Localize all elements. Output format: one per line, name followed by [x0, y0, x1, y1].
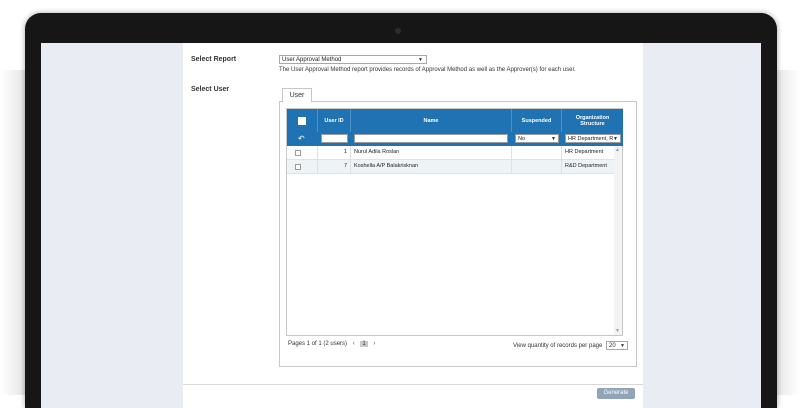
select-user-label: Select User	[191, 86, 230, 93]
cell-org: R&D Department	[565, 163, 607, 169]
tab-user[interactable]: User	[282, 88, 312, 102]
select-all-checkbox[interactable]	[298, 116, 306, 125]
report-description: The User Approval Method report provides…	[279, 67, 576, 73]
footer-bar: Generate	[183, 384, 643, 408]
report-select-value: User Approval Method	[282, 57, 342, 63]
undo-icon[interactable]: ↶	[298, 134, 305, 143]
row-checkbox-cell	[287, 160, 318, 174]
filter-name[interactable]	[354, 134, 508, 143]
cell-suspended	[512, 146, 562, 160]
qty-label: View quantity of records per page	[513, 343, 603, 350]
chevron-down-icon: ▼	[551, 136, 556, 142]
cell-user-id: 7	[318, 160, 351, 174]
report-select[interactable]: User Approval Method ▼	[279, 55, 427, 64]
row-checkbox[interactable]	[295, 164, 301, 170]
laptop-bezel: Select Report User Approval Method ▼ The…	[25, 13, 777, 408]
pager: Pages 1 of 1 (2 users) ‹ 1 ›	[288, 341, 379, 347]
qty-select[interactable]: 20 ▼	[606, 341, 628, 350]
screen: Select Report User Approval Method ▼ The…	[41, 43, 761, 408]
row-checkbox[interactable]	[295, 150, 301, 156]
pager-next-icon[interactable]: ›	[373, 341, 375, 347]
filter-org-value: HR Department, R	[568, 136, 614, 142]
table-row[interactable]: 1 Nurul Adila Roslan HR Department	[287, 146, 615, 160]
pager-current-page[interactable]: 1	[360, 341, 368, 347]
cell-user-id: 1	[318, 146, 351, 160]
header-user-id[interactable]: User ID	[318, 109, 351, 132]
header-select-all	[287, 109, 318, 132]
chevron-down-icon: ▼	[613, 135, 618, 142]
scroll-down-icon[interactable]: ▼	[615, 328, 620, 334]
table-row[interactable]: 7 Koshella A/P Balakrisknan R&D Departme…	[287, 160, 615, 174]
cell-name: Koshella A/P Balakrisknan	[351, 160, 512, 174]
cell-name: Nurul Adila Roslan	[351, 146, 512, 160]
user-panel: User ID Name Suspended Organization Stru…	[279, 101, 637, 367]
report-page: Select Report User Approval Method ▼ The…	[183, 43, 643, 408]
pager-info: Pages 1 of 1 (2 users)	[288, 341, 348, 347]
user-grid: User ID Name Suspended Organization Stru…	[286, 108, 623, 336]
chevron-down-icon: ▼	[418, 57, 423, 63]
filter-user-id[interactable]	[321, 134, 348, 143]
filter-suspended[interactable]: No ▼	[515, 134, 559, 143]
camera-icon	[395, 28, 401, 34]
cell-suspended	[512, 160, 562, 174]
header-name[interactable]: Name	[351, 109, 512, 132]
grid-scrollbar[interactable]: ▲ ▼	[614, 146, 622, 335]
records-per-page: View quantity of records per page 20 ▼	[513, 341, 628, 350]
chevron-down-icon: ▼	[620, 343, 625, 349]
generate-button[interactable]: Generate	[597, 388, 635, 399]
header-org-structure[interactable]: Organization Structure	[562, 109, 623, 132]
select-report-label: Select Report	[191, 56, 237, 63]
row-checkbox-cell	[287, 146, 318, 160]
filter-suspended-value: No	[518, 136, 526, 142]
filter-org[interactable]: HR Department, R ▼	[565, 134, 621, 143]
pager-prev-icon[interactable]: ‹	[353, 341, 355, 347]
scroll-up-icon[interactable]: ▲	[615, 147, 620, 153]
header-suspended[interactable]: Suspended	[512, 109, 562, 132]
cell-org: HR Department	[565, 149, 604, 155]
qty-value: 20	[609, 343, 616, 349]
